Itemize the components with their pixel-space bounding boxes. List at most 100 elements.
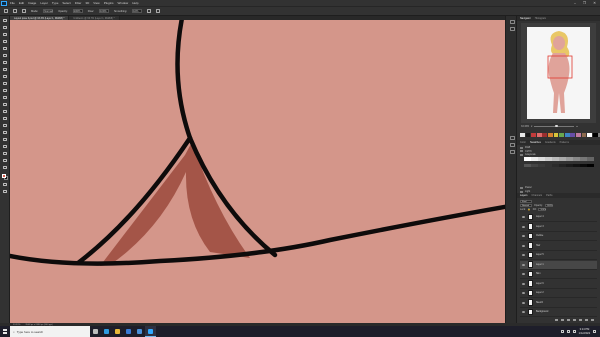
close-icon[interactable]: ✕ (593, 1, 596, 5)
visibility-eye-icon[interactable] (522, 282, 525, 285)
dodge-icon[interactable] (2, 116, 8, 121)
link-layers-icon[interactable] (555, 318, 558, 322)
foreground-color-swatch[interactable] (2, 174, 6, 178)
tab-histogram[interactable]: Histogram (535, 17, 546, 20)
tab-paths[interactable]: Paths (546, 194, 552, 197)
gray-swatch-chip[interactable] (545, 157, 552, 161)
tab-color[interactable]: Color (520, 141, 526, 144)
styles-icon[interactable] (509, 150, 515, 154)
gray-swatch-chip[interactable] (552, 157, 559, 161)
menu-plugins[interactable]: Plugins (104, 1, 114, 5)
symmetry-icon[interactable] (156, 9, 161, 13)
menu-edit[interactable]: Edit (19, 1, 24, 5)
gray-swatch-chip[interactable] (538, 157, 545, 161)
move-tool-icon[interactable] (2, 18, 8, 23)
menu-layer[interactable]: Layer (40, 1, 48, 5)
quick-select-icon[interactable] (2, 39, 8, 44)
volume-icon[interactable] (572, 330, 576, 333)
taskbar-app[interactable] (123, 326, 134, 337)
layer-fill-field[interactable]: 100% (538, 208, 547, 212)
swatch-chip[interactable] (525, 133, 531, 137)
menu-view[interactable]: View (93, 1, 99, 5)
gray-swatch-chip[interactable] (531, 157, 538, 161)
mode-select[interactable]: Normal (43, 9, 54, 13)
layer-row[interactable]: Background (520, 308, 597, 317)
smoothing-field[interactable]: 10% (132, 9, 143, 13)
swatch-chip[interactable] (575, 133, 581, 137)
lock-icon[interactable]: 🔒 (528, 208, 531, 211)
menu-help[interactable]: Help (132, 1, 138, 5)
notifications-icon[interactable] (593, 330, 596, 333)
path-select-icon[interactable] (2, 137, 8, 142)
menu-filter[interactable]: Filter (75, 1, 82, 5)
tab-gradients[interactable]: Gradients (545, 141, 556, 144)
artboard-icon[interactable] (2, 25, 8, 30)
opacity-field[interactable]: 100% (72, 9, 83, 13)
visibility-eye-icon[interactable] (522, 263, 525, 266)
taskbar-app[interactable] (112, 326, 123, 337)
adjustment-layer-icon[interactable] (573, 318, 576, 322)
swatch-chip[interactable] (542, 133, 548, 137)
document-canvas[interactable] (10, 20, 505, 323)
eyedropper-icon[interactable] (2, 60, 8, 65)
taskbar-search[interactable]: ⌕ Type here to search (10, 326, 90, 337)
pen-icon[interactable] (2, 123, 8, 128)
layer-style-icon[interactable] (561, 318, 564, 322)
new-layer-icon[interactable] (585, 318, 588, 322)
layer-row[interactable]: Skin (520, 270, 597, 279)
layer-row[interactable]: Hair (520, 242, 597, 251)
minimize-icon[interactable]: – (574, 1, 576, 5)
swatch-chip[interactable] (553, 133, 559, 137)
swatch-chip[interactable] (570, 133, 576, 137)
swatch-chip[interactable] (531, 133, 536, 137)
brush-icon[interactable] (2, 74, 8, 79)
zoom-slider-knob[interactable] (555, 124, 558, 128)
start-button[interactable] (0, 326, 10, 337)
more-tools-icon[interactable] (2, 165, 8, 170)
home-icon[interactable] (4, 9, 8, 13)
rectangle-icon[interactable] (2, 144, 8, 149)
visibility-eye-icon[interactable] (522, 225, 525, 228)
gray-swatch-chip[interactable] (531, 163, 538, 168)
swatch-chip[interactable] (559, 133, 564, 137)
layer-row[interactable]: Outline (520, 232, 597, 241)
menu-type[interactable]: Type (52, 1, 59, 5)
layer-row[interactable]: Sketch (520, 299, 597, 308)
layer-row[interactable]: Layer 5 (520, 251, 597, 260)
layer-opacity-field[interactable]: 100% (544, 204, 553, 208)
crop-icon[interactable] (2, 46, 8, 51)
flow-field[interactable]: 100% (98, 9, 109, 13)
brush-preset-icon[interactable] (13, 9, 17, 13)
layer-row[interactable]: Layer 6 (520, 280, 597, 289)
gray-swatch-chip[interactable] (524, 163, 531, 168)
taskbar-app[interactable] (145, 326, 156, 337)
swatch-chip[interactable] (592, 133, 598, 137)
healing-icon[interactable] (2, 67, 8, 72)
gray-swatch-chip[interactable] (580, 157, 587, 161)
visibility-eye-icon[interactable] (522, 311, 525, 313)
gray-swatch-chip[interactable] (559, 163, 566, 168)
layer-row[interactable]: Layer 2 (520, 289, 597, 298)
frame-icon[interactable] (2, 53, 8, 58)
tab-navigator[interactable]: Navigator (520, 17, 531, 20)
visibility-eye-icon[interactable] (522, 254, 525, 256)
chevron-up-icon[interactable] (561, 330, 565, 333)
gray-swatch-chip[interactable] (566, 157, 573, 161)
menu-window[interactable]: Window (118, 1, 129, 5)
layer-row[interactable]: Layer 1 (520, 260, 597, 270)
visibility-eye-icon[interactable] (522, 244, 525, 247)
swatch-chip[interactable] (520, 133, 525, 137)
navigator-zoom-value[interactable]: 33.33% (521, 125, 529, 128)
gray-swatch-chip[interactable] (559, 157, 566, 161)
eraser-icon[interactable] (2, 95, 8, 100)
swatch-chip[interactable] (547, 133, 553, 137)
maximize-icon[interactable]: ❐ (583, 1, 586, 5)
swatch-group-grayscale[interactable]: Grayscale (520, 153, 536, 157)
swatch-chip[interactable] (587, 133, 592, 137)
layer-kind-filter[interactable]: Kind (520, 200, 532, 204)
adjustments-icon[interactable] (509, 136, 515, 140)
gray-swatch-chip[interactable] (545, 163, 552, 168)
blend-mode-select[interactable]: Normal (520, 204, 532, 208)
taskbar-app[interactable] (101, 326, 112, 337)
taskbar-app[interactable] (134, 326, 145, 337)
